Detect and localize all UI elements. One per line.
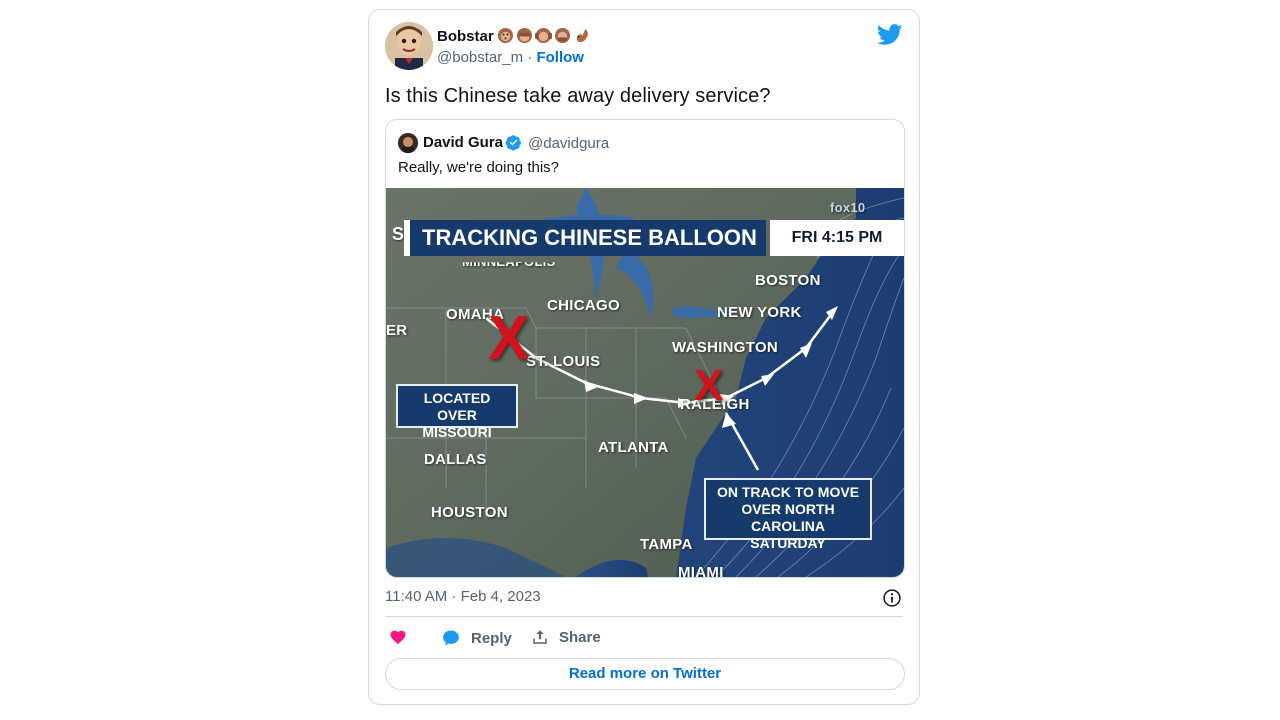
quoted-tweet[interactable]: David Gura @davidgura Really, we're doin… [385, 119, 905, 578]
read-more-button[interactable]: Read more on Twitter [385, 658, 905, 690]
map-title-prefix: S [392, 224, 405, 244]
city-st-louis: ST. LOUIS [526, 353, 601, 370]
verified-badge-icon [505, 135, 521, 151]
map-callout-carolina: ON TRACK TO MOVE OVER NORTH CAROLINA SAT… [704, 478, 872, 551]
monkey-face-icon [497, 27, 514, 44]
handle-separator: · [527, 49, 533, 66]
quoted-tweet-text: Really, we're doing this? [398, 159, 560, 176]
author-emoji-row [497, 27, 590, 44]
quoted-author-handle[interactable]: @davidgura [528, 135, 609, 152]
city-new-york: NEW YORK [717, 304, 802, 321]
author-name[interactable]: Bobstar [437, 28, 494, 45]
share-icon [533, 630, 547, 644]
author-avatar[interactable] [385, 22, 433, 70]
tweet-timestamp[interactable]: 11:40 AM · Feb 4, 2023 [385, 588, 541, 605]
quoted-author-name[interactable]: David Gura [423, 134, 503, 151]
city-tampa: TAMPA [640, 536, 693, 553]
city-miami: MIAMI [678, 564, 724, 577]
map-title: TRACKING CHINESE BALLOON [404, 220, 766, 256]
actions-divider [385, 616, 903, 617]
map-corner-mark: fox10 [830, 200, 866, 215]
city-washington: WASHINGTON [672, 339, 779, 356]
tweet-text: Is this Chinese take away delivery servi… [385, 85, 771, 107]
map-left-edge-label: ER [386, 322, 408, 339]
balloon-marker-carolina: X [694, 361, 724, 410]
reply-label: Reply [471, 629, 512, 647]
city-dallas: DALLAS [424, 451, 487, 468]
author-handle[interactable]: @bobstar_m [437, 49, 523, 66]
info-icon[interactable] [882, 588, 902, 608]
author-handle-line: @bobstar_m · Follow [437, 49, 584, 66]
see-no-evil-monkey-icon [516, 27, 533, 44]
squirrel-icon [576, 28, 588, 43]
heart-icon [390, 630, 406, 645]
share-label: Share [559, 628, 601, 646]
embedded-tweet-card: Bobstar @bobstar_m · Follow Is this Chin… [368, 9, 920, 705]
speak-no-evil-monkey-icon [554, 27, 571, 44]
map-callout-missouri: LOCATED OVER MISSOURI [396, 384, 518, 440]
reply-button[interactable]: Reply [441, 628, 512, 648]
city-boston: BOSTON [755, 272, 821, 289]
city-atlanta: ATLANTA [598, 439, 669, 456]
city-houston: HOUSTON [431, 504, 508, 521]
reply-bubble-icon [443, 630, 459, 646]
share-button[interactable]: Share [531, 628, 601, 646]
balloon-marker-missouri: X [488, 304, 530, 373]
city-chicago: CHICAGO [547, 297, 620, 314]
quoted-author-avatar[interactable] [398, 133, 418, 153]
map-time: FRI 4:15 PM [770, 220, 904, 256]
hear-no-evil-monkey-icon [535, 27, 552, 44]
follow-link[interactable]: Follow [536, 49, 584, 66]
weather-map-image[interactable]: S TRACKING CHINESE BALLOON FRI 4:15 PM f… [386, 188, 904, 577]
twitter-bird-icon[interactable] [877, 24, 903, 46]
like-button[interactable] [389, 628, 417, 646]
